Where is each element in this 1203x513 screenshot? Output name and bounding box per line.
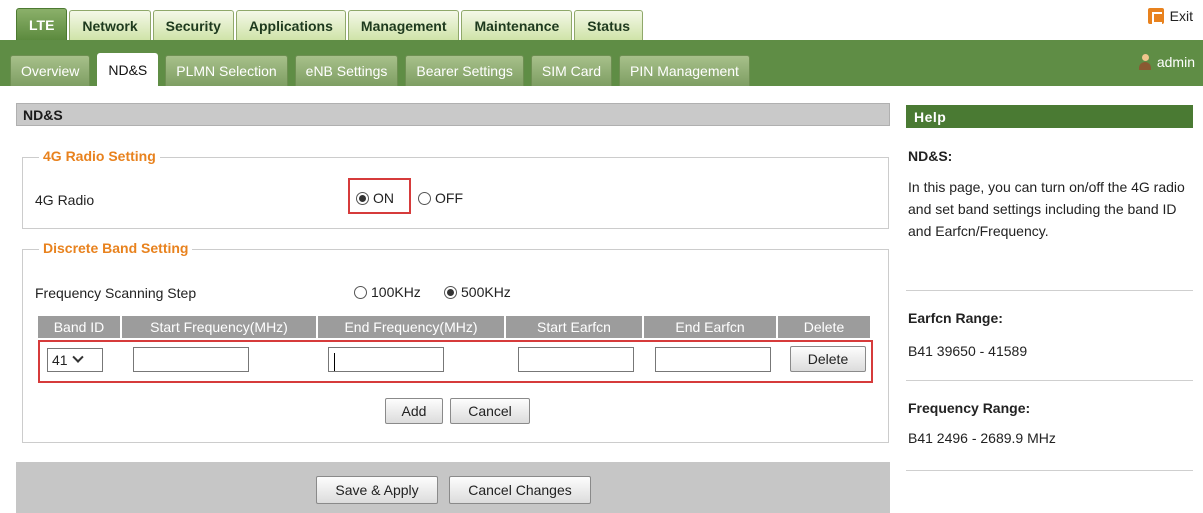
- user-icon: [1138, 54, 1151, 70]
- cancel-changes-button[interactable]: Cancel Changes: [449, 476, 591, 504]
- step-100khz-radio[interactable]: [354, 285, 367, 299]
- help-freq-title: Frequency Range:: [908, 400, 1031, 416]
- step-500khz-label: 500KHz: [461, 284, 511, 301]
- top-strip: [0, 0, 1203, 8]
- sub-tab-bar: Overview ND&S PLMN Selection eNB Setting…: [10, 53, 757, 86]
- exit-link[interactable]: Exit: [1147, 8, 1193, 24]
- add-button[interactable]: Add: [385, 398, 443, 424]
- radio-setting-legend: 4G Radio Setting: [39, 148, 160, 164]
- exit-icon: [1147, 8, 1164, 24]
- radio-on-option[interactable]: ON: [356, 189, 394, 206]
- help-nds-title: ND&S:: [908, 148, 953, 164]
- main-tab-bar: LTE Network Security Applications Manage…: [0, 8, 1203, 40]
- user-indicator: admin: [1138, 54, 1195, 70]
- step-500khz-option[interactable]: 500KHz: [444, 283, 511, 300]
- band-id-select[interactable]: 41: [47, 348, 103, 372]
- radio-on-label: ON: [373, 190, 394, 207]
- tab-status[interactable]: Status: [574, 10, 644, 40]
- step-100khz-label: 100KHz: [371, 284, 421, 301]
- radio-off-option[interactable]: OFF: [418, 189, 463, 206]
- band-table-header: Band ID Start Frequency(MHz) End Frequen…: [38, 316, 872, 338]
- subtab-nds[interactable]: ND&S: [97, 53, 159, 86]
- col-end-earfcn: End Earfcn: [644, 316, 776, 338]
- col-end-frequency: End Frequency(MHz): [318, 316, 504, 338]
- col-start-frequency: Start Frequency(MHz): [122, 316, 316, 338]
- subtab-pin-management[interactable]: PIN Management: [619, 55, 750, 86]
- help-earfcn-title: Earfcn Range:: [908, 310, 1003, 326]
- help-divider-3: [906, 470, 1193, 471]
- chevron-down-icon: [71, 351, 84, 363]
- subtab-plmn-selection[interactable]: PLMN Selection: [165, 55, 288, 86]
- help-divider-2: [906, 380, 1193, 381]
- tab-network[interactable]: Network: [69, 10, 151, 40]
- col-band-id: Band ID: [38, 316, 120, 338]
- band-setting-legend: Discrete Band Setting: [39, 240, 193, 256]
- col-delete: Delete: [778, 316, 870, 338]
- help-header: Help: [906, 105, 1193, 128]
- end-frequency-input[interactable]: [328, 347, 444, 372]
- start-earfcn-input[interactable]: [518, 347, 634, 372]
- subtab-bearer-settings[interactable]: Bearer Settings: [405, 55, 524, 86]
- help-earfcn-text: B41 39650 - 41589: [908, 343, 1028, 359]
- band-id-value: 41: [52, 352, 68, 368]
- help-nds-text: In this page, you can turn on/off the 4G…: [908, 179, 1185, 239]
- subtab-overview[interactable]: Overview: [10, 55, 91, 86]
- help-freq-text: B41 2496 - 2689.9 MHz: [908, 430, 1056, 446]
- panel-title: ND&S: [16, 103, 890, 126]
- radio-off-button[interactable]: [418, 191, 431, 205]
- end-earfcn-input[interactable]: [655, 347, 771, 372]
- step-100khz-option[interactable]: 100KHz: [354, 283, 421, 300]
- text-cursor: [334, 353, 335, 371]
- tab-maintenance[interactable]: Maintenance: [461, 10, 573, 40]
- col-start-earfcn: Start Earfcn: [506, 316, 642, 338]
- tab-management[interactable]: Management: [347, 10, 460, 40]
- save-apply-button[interactable]: Save & Apply: [316, 476, 438, 504]
- radio-label: 4G Radio: [35, 192, 95, 208]
- cancel-button[interactable]: Cancel: [450, 398, 530, 424]
- radio-on-button[interactable]: [356, 191, 369, 205]
- delete-row-button[interactable]: Delete: [790, 346, 866, 372]
- scan-step-label: Frequency Scanning Step: [35, 285, 197, 301]
- start-frequency-input[interactable]: [133, 347, 249, 372]
- step-500khz-radio[interactable]: [444, 285, 457, 299]
- tab-applications[interactable]: Applications: [235, 10, 346, 40]
- tab-security[interactable]: Security: [152, 10, 234, 40]
- subtab-sim-card[interactable]: SIM Card: [530, 55, 612, 86]
- exit-label: Exit: [1169, 8, 1193, 24]
- tab-lte[interactable]: LTE: [16, 8, 68, 40]
- user-label: admin: [1156, 54, 1195, 70]
- help-divider-1: [906, 290, 1193, 291]
- radio-off-label: OFF: [435, 190, 463, 207]
- subtab-enb-settings[interactable]: eNB Settings: [294, 55, 399, 86]
